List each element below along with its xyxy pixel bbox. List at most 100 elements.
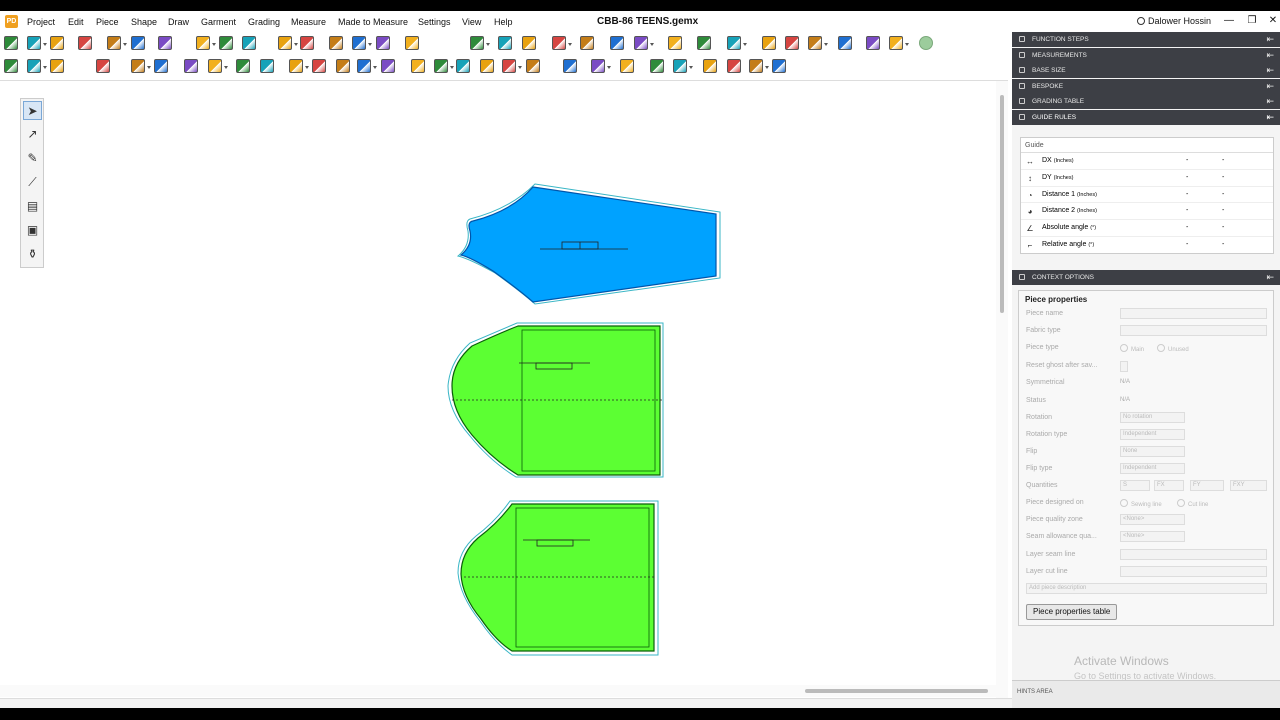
guide-row-absolute-angle[interactable]: ∠ Absolute angle (°) - - xyxy=(1021,220,1273,237)
section-measurements[interactable]: MEASUREMENTS ⇤ xyxy=(1012,47,1280,63)
dock-arrow-icon[interactable]: ⇤ xyxy=(1266,79,1274,94)
menu-draw[interactable]: Draw xyxy=(168,17,189,27)
walk-icon[interactable] xyxy=(591,59,611,73)
quantity-s-field[interactable]: S xyxy=(1120,480,1150,491)
quantity-fy-field[interactable]: FY xyxy=(1190,480,1224,491)
cut-icon[interactable] xyxy=(697,36,711,50)
piece-name-field[interactable] xyxy=(1120,308,1267,319)
guide-row-relative-angle[interactable]: ⌐ Relative angle (°) - - xyxy=(1021,237,1273,254)
menu-shape[interactable]: Shape xyxy=(131,17,157,27)
dock-arrow-icon[interactable]: ⇤ xyxy=(1266,270,1274,285)
shape1-icon[interactable] xyxy=(236,59,250,73)
menu-project[interactable]: Project xyxy=(27,17,55,27)
restore-button[interactable]: ❐ xyxy=(1245,15,1259,26)
rotate-icon[interactable] xyxy=(208,59,228,73)
section-bespoke[interactable]: BESPOKE ⇤ xyxy=(1012,78,1280,94)
menu-help[interactable]: Help xyxy=(494,17,513,27)
quality-zone-select[interactable]: <None> xyxy=(1120,514,1185,525)
sheet-icon[interactable] xyxy=(785,36,799,50)
quantity-fxy-field[interactable]: FXY xyxy=(1230,480,1267,491)
piece-tag-icon[interactable] xyxy=(703,59,717,73)
replace-icon[interactable] xyxy=(154,59,168,73)
section-function-steps[interactable]: FUNCTION STEPS ⇤ xyxy=(1012,32,1280,47)
menu-measure[interactable]: Measure xyxy=(291,17,326,27)
fabric-type-select[interactable] xyxy=(1120,325,1267,336)
section-grading-table[interactable]: GRADING TABLE ⇤ xyxy=(1012,94,1280,109)
table-icon[interactable] xyxy=(762,36,776,50)
arrange-icon[interactable] xyxy=(749,59,769,73)
vertical-scrollbar[interactable] xyxy=(996,81,1008,699)
export-icon[interactable] xyxy=(107,36,127,50)
transform-icon[interactable] xyxy=(376,36,390,50)
horizontal-scroll-thumb[interactable] xyxy=(805,689,988,693)
piece-info-icon[interactable] xyxy=(634,36,654,50)
reset-ghost-checkbox[interactable] xyxy=(1120,361,1128,372)
align-icon[interactable] xyxy=(552,36,572,50)
measure-icon[interactable] xyxy=(610,36,624,50)
layer-seam-select[interactable] xyxy=(1120,549,1267,560)
multi-piece-icon[interactable] xyxy=(329,36,343,50)
menu-grading[interactable]: Grading xyxy=(248,17,280,27)
undo-icon[interactable] xyxy=(131,36,145,50)
horizontal-scrollbar[interactable] xyxy=(0,685,1008,697)
dock-arrow-icon[interactable]: ⇤ xyxy=(1266,32,1274,47)
tools-icon[interactable] xyxy=(727,36,747,50)
layers-icon[interactable] xyxy=(300,36,314,50)
resize-icon[interactable] xyxy=(502,59,522,73)
flip-icon[interactable] xyxy=(434,59,454,73)
open-icon[interactable] xyxy=(27,36,47,50)
menu-garment[interactable]: Garment xyxy=(201,17,236,27)
help-icon[interactable] xyxy=(919,36,933,50)
new-icon[interactable] xyxy=(4,36,18,50)
section-guide-rules[interactable]: GUIDE RULES ⇤ xyxy=(1012,109,1280,125)
section-base-size[interactable]: BASE SIZE ⇤ xyxy=(1012,63,1280,78)
menu-settings[interactable]: Settings xyxy=(418,17,451,27)
seam-allowance-select[interactable]: <None> xyxy=(1120,531,1185,542)
tag-icon[interactable] xyxy=(381,59,395,73)
grid-icon[interactable] xyxy=(498,36,512,50)
sleeve-piece[interactable] xyxy=(456,183,721,305)
cycle-icon[interactable] xyxy=(456,59,470,73)
delete-icon[interactable] xyxy=(336,59,350,73)
arrow-icon[interactable] xyxy=(620,59,634,73)
split-icon[interactable] xyxy=(673,59,693,73)
marker-icon[interactable] xyxy=(772,59,786,73)
add-notch-icon[interactable] xyxy=(131,59,151,73)
back-piece[interactable] xyxy=(457,500,659,656)
frame-icon[interactable] xyxy=(312,59,326,73)
flip-type-select[interactable]: Independent xyxy=(1120,463,1185,474)
close-button[interactable]: ✕ xyxy=(1266,15,1280,26)
flip-select[interactable]: None xyxy=(1120,446,1185,457)
menu-edit[interactable]: Edit xyxy=(68,17,84,27)
designed-cut-radio[interactable]: Cut line xyxy=(1177,499,1208,508)
open-old-icon[interactable] xyxy=(50,36,64,50)
scale-icon[interactable] xyxy=(480,59,494,73)
redo-icon[interactable] xyxy=(158,36,172,50)
dock-arrow-icon[interactable]: ⇤ xyxy=(1266,48,1274,63)
print-icon[interactable] xyxy=(808,36,828,50)
rotation-select[interactable]: No rotation xyxy=(1120,412,1185,423)
move-icon[interactable] xyxy=(352,36,372,50)
guide-row-distance-1[interactable]: ◔ Distance 1 (Inches) - - xyxy=(1021,187,1273,204)
section-context-options[interactable]: CONTEXT OPTIONS ⇤ xyxy=(1012,270,1280,285)
forward-icon[interactable] xyxy=(405,36,419,50)
cut-line-icon[interactable] xyxy=(727,59,741,73)
layer-cut-select[interactable] xyxy=(1120,566,1267,577)
document-icon[interactable] xyxy=(27,59,47,73)
snap-icon[interactable] xyxy=(580,36,594,50)
mirror-icon[interactable] xyxy=(411,59,425,73)
zoom-in-icon[interactable] xyxy=(242,36,256,50)
zoom-window-icon[interactable] xyxy=(219,36,233,50)
front-piece[interactable] xyxy=(447,322,664,478)
forward2-icon[interactable] xyxy=(650,59,664,73)
designed-sewing-radio[interactable]: Sewing line xyxy=(1120,499,1162,508)
user-account[interactable]: Dalower Hossin xyxy=(1137,16,1211,26)
piece-type-unused-radio[interactable]: Unused xyxy=(1157,344,1189,353)
quantity-fx-field[interactable]: FX xyxy=(1154,480,1184,491)
drawing-canvas[interactable]: ➤ ↗ ✎ ⟋ ▤ ▣ ⚱ xyxy=(0,80,1008,699)
screen-icon[interactable] xyxy=(889,36,909,50)
copy-piece-icon[interactable] xyxy=(357,59,377,73)
piece-properties-table-button[interactable]: Piece properties table xyxy=(1026,604,1118,620)
stack-icon[interactable] xyxy=(563,59,577,73)
zoom-fit-icon[interactable] xyxy=(196,36,216,50)
